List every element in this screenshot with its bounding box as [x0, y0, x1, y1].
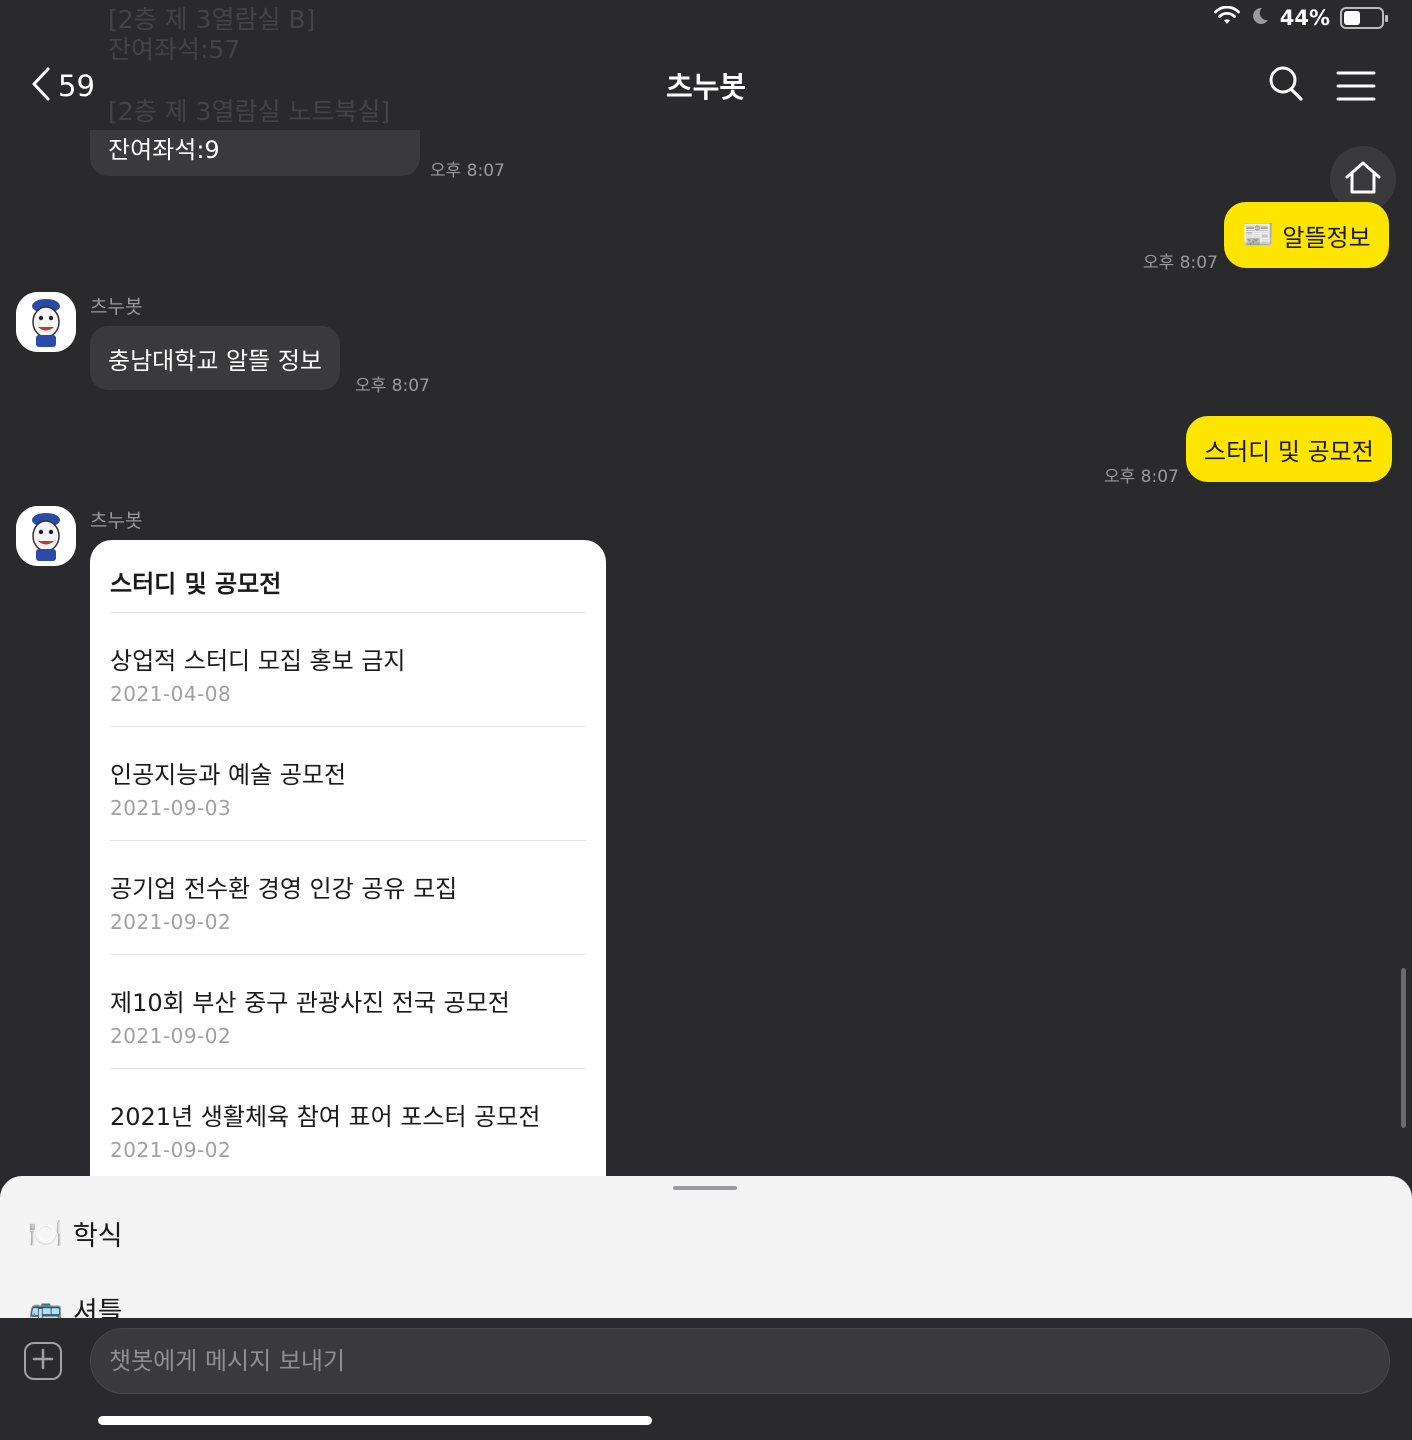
list-item[interactable]: 2021년 생활체육 참여 표어 포스터 공모전 2021-09-02: [110, 1068, 586, 1180]
home-icon: [1343, 159, 1383, 199]
card-title: 스터디 및 공모전: [110, 570, 282, 598]
moon-icon: [1250, 6, 1270, 30]
item-title: 공기업 전수환 경영 인강 공유 모집: [110, 875, 458, 903]
message-time: 오후 8:07: [1104, 467, 1179, 487]
battery-icon: [1340, 7, 1388, 29]
faded-line-2: 잔여좌석:57: [108, 35, 241, 64]
item-date: 2021-09-02: [110, 910, 232, 934]
plus-button[interactable]: [24, 1342, 62, 1380]
message-time: 오후 8:07: [1143, 253, 1218, 273]
status-icons: 44%: [1213, 5, 1388, 30]
plate-icon: 🍽️: [28, 1217, 63, 1250]
item-date: 2021-09-02: [110, 1024, 232, 1048]
quick-menu-item-셔틀[interactable]: 🚌 셔틀: [28, 1290, 123, 1318]
battery-fill: [1344, 11, 1360, 25]
search-icon[interactable]: [1268, 64, 1304, 108]
quick-menu-sheet: 🍽️ 학식 🚌 셔틀: [0, 1176, 1412, 1318]
sender-name: 츠누봇: [90, 296, 143, 318]
plus-icon: [32, 1348, 54, 1374]
item-title: 인공지능과 예술 공모전: [110, 761, 347, 789]
item-title: 제10회 부산 중구 관광사진 전국 공모전: [110, 989, 510, 1017]
item-date: 2021-04-08: [110, 682, 232, 706]
avatar-icon: [16, 292, 76, 352]
item-title: 상업적 스터디 모집 홍보 금지: [110, 647, 406, 675]
bot-message-text: 충남대학교 알뜰 정보: [108, 346, 322, 375]
quick-menu-label: 셔틀: [72, 1297, 123, 1318]
bot-avatar[interactable]: [16, 292, 76, 352]
scrollbar[interactable]: [1401, 968, 1406, 1128]
list-item[interactable]: 인공지능과 예술 공모전 2021-09-03: [110, 726, 586, 840]
list-item[interactable]: 공기업 전수환 경영 인강 공유 모집 2021-09-02: [110, 840, 586, 954]
input-bar: [0, 1318, 1412, 1440]
bus-icon: 🚌: [28, 1293, 63, 1318]
message-time: 오후 8:07: [355, 376, 430, 396]
item-date: 2021-09-02: [110, 1138, 232, 1162]
bot-bubble: 충남대학교 알뜰 정보: [90, 326, 340, 390]
quick-menu-label: 학식: [72, 1221, 123, 1252]
list-item[interactable]: 제10회 부산 중구 관광사진 전국 공모전 2021-09-02: [110, 954, 586, 1068]
user-message-text: 스터디 및 공모전: [1204, 437, 1374, 466]
wifi-icon: [1213, 5, 1240, 30]
chat-title: 츠누봇: [665, 70, 747, 104]
previous-bot-text: 잔여좌석:9: [108, 136, 220, 164]
item-title: 2021년 생활체육 참여 표어 포스터 공모전: [110, 1103, 541, 1131]
item-date: 2021-09-03: [110, 796, 232, 820]
list-card: 스터디 및 공모전 상업적 스터디 모집 홍보 금지 2021-04-08 인공…: [90, 540, 606, 1180]
message-time: 오후 8:07: [430, 161, 505, 181]
quick-menu-item-학식[interactable]: 🍽️ 학식: [28, 1214, 123, 1253]
user-bubble-알뜰정보: 📰 알뜰정보: [1224, 202, 1389, 268]
message-input[interactable]: [90, 1328, 1390, 1394]
avatar-icon: [16, 506, 76, 566]
user-message-text: 알뜰정보: [1282, 223, 1371, 252]
menu-icon[interactable]: [1336, 70, 1376, 106]
sender-name: 츠누봇: [90, 510, 143, 532]
sheet-handle[interactable]: [673, 1186, 737, 1190]
user-bubble-스터디: 스터디 및 공모전: [1186, 416, 1392, 482]
battery-percent: 44%: [1279, 6, 1330, 30]
faded-line-1: [2층 제 3열람실 B]: [108, 5, 316, 34]
previous-bot-bubble: 잔여좌석:9: [90, 130, 420, 176]
list-item[interactable]: 상업적 스터디 모집 홍보 금지 2021-04-08: [110, 612, 586, 726]
newspaper-icon: 📰: [1242, 220, 1275, 250]
bot-avatar[interactable]: [16, 506, 76, 566]
home-indicator[interactable]: [98, 1416, 652, 1425]
